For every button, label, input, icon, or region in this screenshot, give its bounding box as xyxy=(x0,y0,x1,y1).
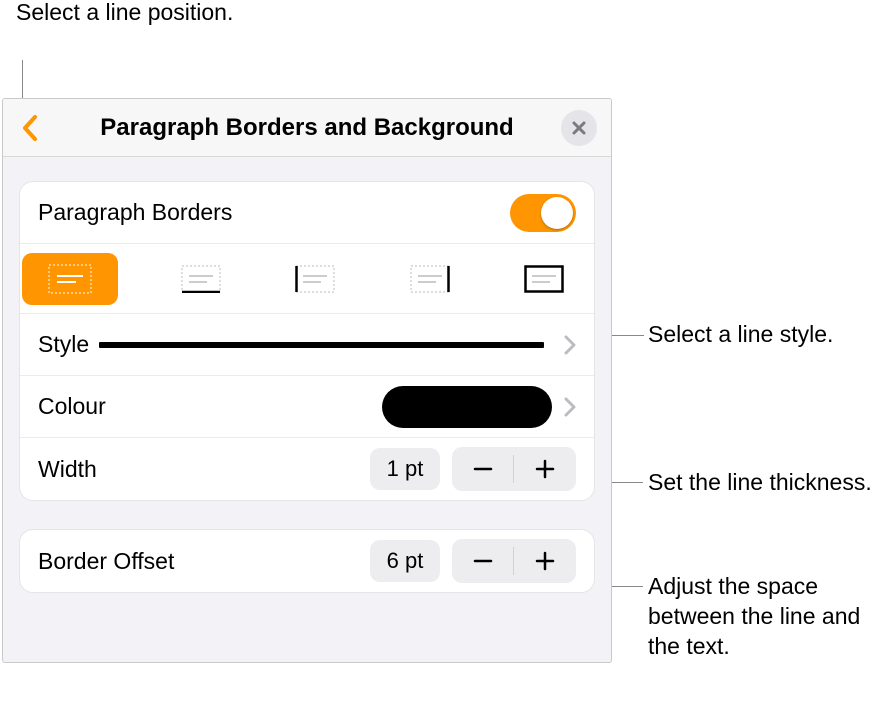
width-label: Width xyxy=(38,456,97,483)
offset-row: Border Offset 6 pt xyxy=(20,530,594,592)
position-right[interactable] xyxy=(398,255,462,303)
offset-value[interactable]: 6 pt xyxy=(370,540,440,582)
style-preview xyxy=(99,342,544,348)
offset-stepper xyxy=(452,539,576,583)
width-stepper-group: 1 pt xyxy=(370,447,576,491)
position-none[interactable] xyxy=(22,253,118,305)
width-stepper xyxy=(452,447,576,491)
offset-section: Border Offset 6 pt xyxy=(19,529,595,593)
border-none-icon xyxy=(48,264,92,294)
close-icon xyxy=(571,120,587,136)
offset-stepper-group: 6 pt xyxy=(370,539,576,583)
plus-icon xyxy=(534,550,556,572)
offset-decrement[interactable] xyxy=(452,539,514,583)
border-box-icon xyxy=(524,265,564,293)
chevron-right-icon xyxy=(564,397,576,417)
borders-toggle-label: Paragraph Borders xyxy=(38,199,232,226)
border-bottom-icon xyxy=(181,265,221,293)
panel-header: Paragraph Borders and Background xyxy=(3,99,611,157)
minus-icon xyxy=(472,550,494,572)
width-decrement[interactable] xyxy=(452,447,514,491)
width-value[interactable]: 1 pt xyxy=(370,448,440,490)
colour-swatch xyxy=(382,386,552,428)
chevron-left-icon xyxy=(21,114,39,142)
position-box[interactable] xyxy=(512,255,576,303)
minus-icon xyxy=(472,458,494,480)
offset-increment[interactable] xyxy=(514,539,576,583)
border-right-icon xyxy=(410,265,450,293)
style-label: Style xyxy=(38,331,89,358)
panel-title: Paragraph Borders and Background xyxy=(100,114,513,142)
callout-offset: Adjust the space between the line and th… xyxy=(648,572,878,662)
position-left[interactable] xyxy=(283,255,347,303)
callout-thickness: Set the line thickness. xyxy=(648,468,878,498)
borders-toggle[interactable] xyxy=(510,194,576,232)
callout-style: Select a line style. xyxy=(648,320,878,350)
plus-icon xyxy=(534,458,556,480)
borders-section: Paragraph Borders xyxy=(19,181,595,501)
border-left-icon xyxy=(295,265,335,293)
callout-position: Select a line position. xyxy=(16,0,233,28)
borders-toggle-row: Paragraph Borders xyxy=(20,182,594,244)
border-position-row xyxy=(20,244,594,314)
chevron-right-icon xyxy=(564,335,576,355)
format-panel: Paragraph Borders and Background Paragra… xyxy=(2,98,612,663)
colour-label: Colour xyxy=(38,393,106,420)
offset-label: Border Offset xyxy=(38,548,174,575)
close-button[interactable] xyxy=(561,110,597,146)
width-row: Width 1 pt xyxy=(20,438,594,500)
back-button[interactable] xyxy=(13,111,47,145)
width-increment[interactable] xyxy=(514,447,576,491)
colour-row[interactable]: Colour xyxy=(20,376,594,438)
style-row[interactable]: Style xyxy=(20,314,594,376)
toggle-knob xyxy=(541,197,573,229)
position-bottom[interactable] xyxy=(169,255,233,303)
